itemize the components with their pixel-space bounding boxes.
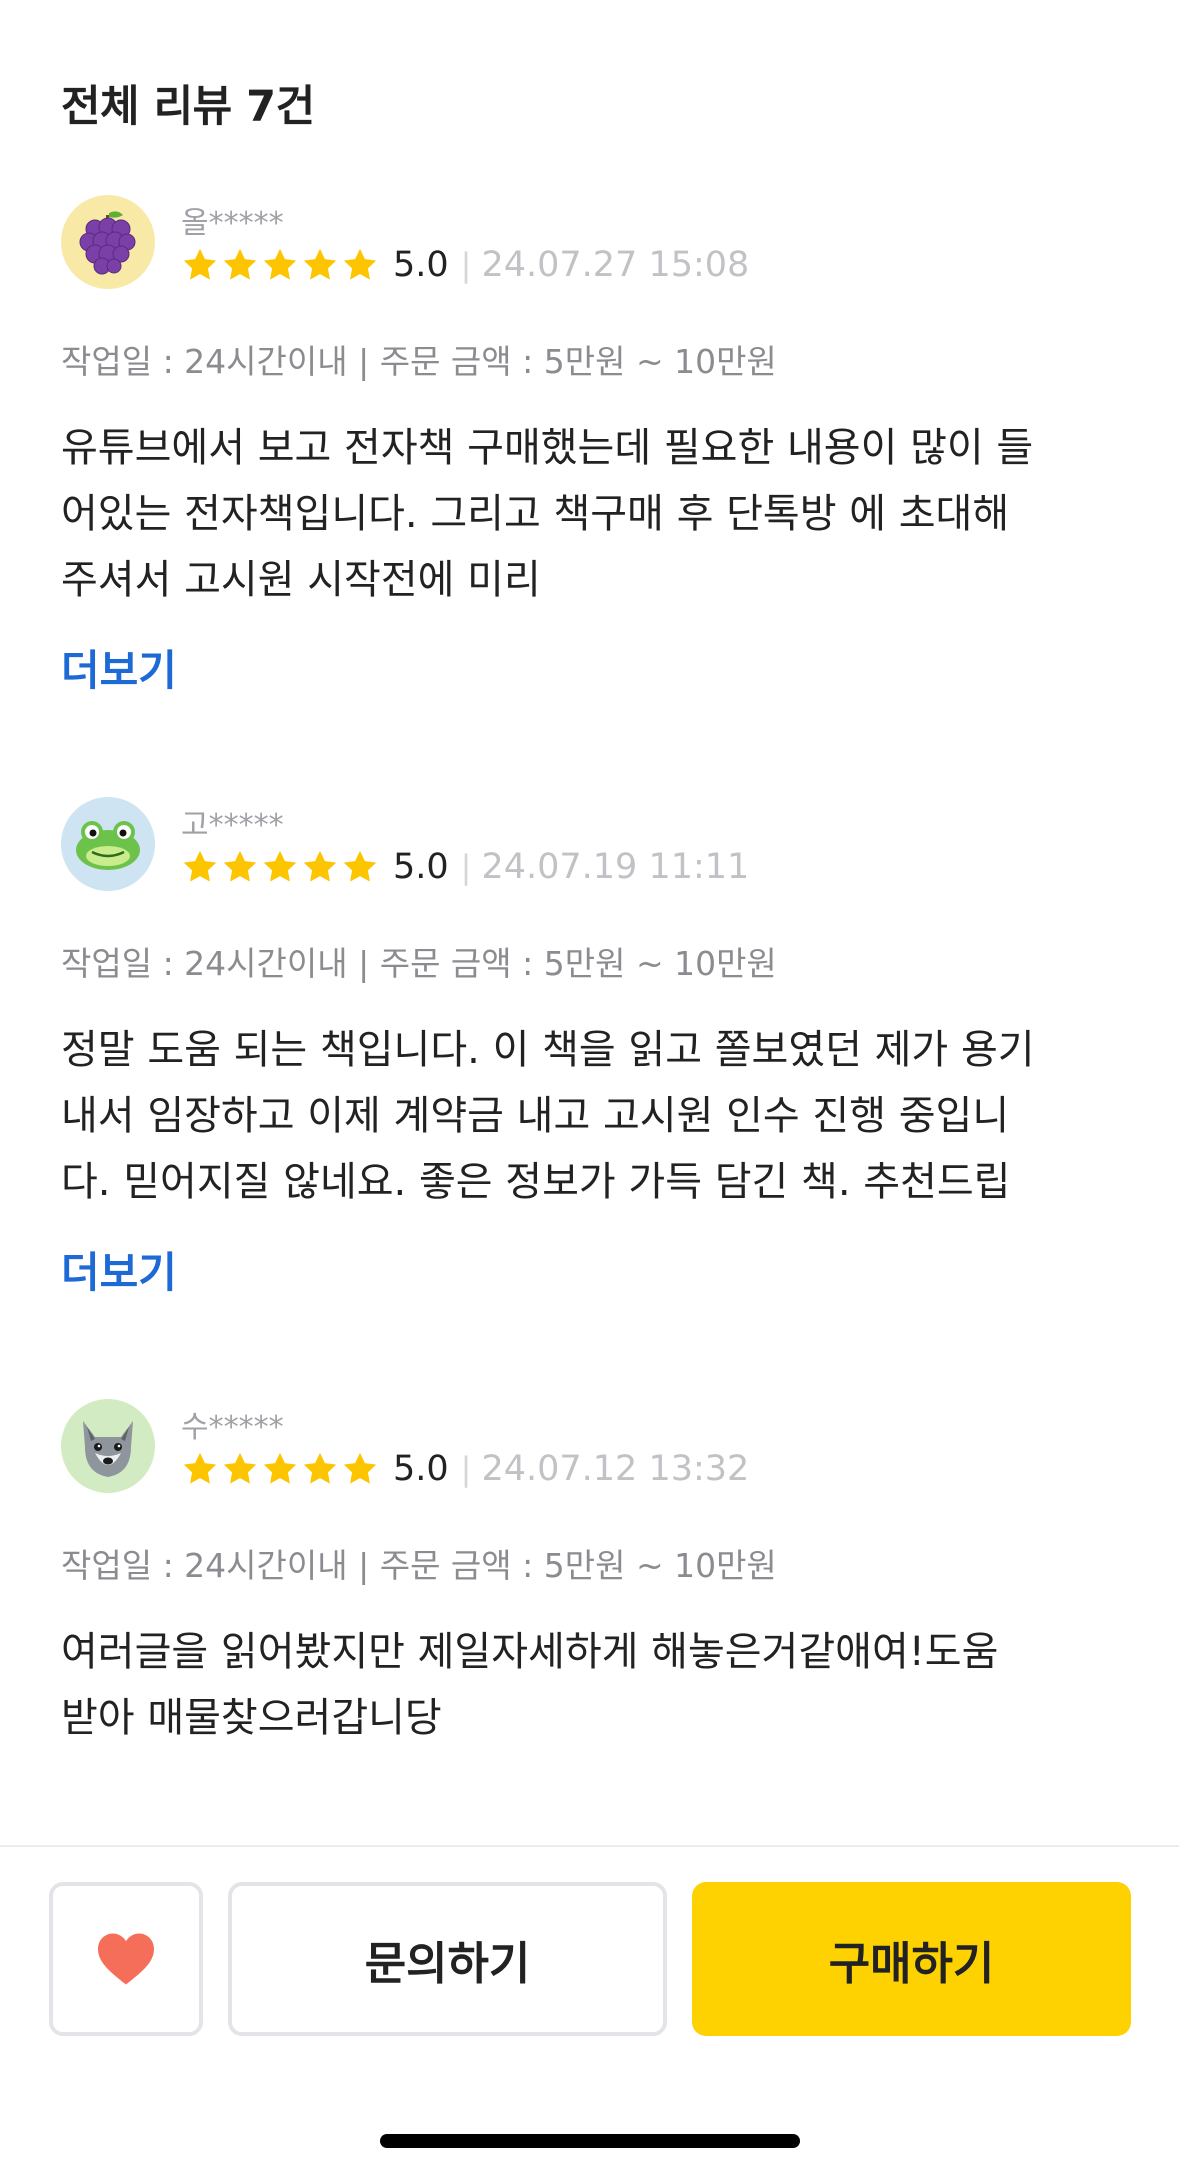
star-icon — [183, 1452, 217, 1484]
review-date: 24.07.27 15:08 — [481, 245, 750, 285]
reviewer-name: 수***** — [181, 1410, 284, 1445]
star-icon — [343, 248, 377, 280]
review-text: 유튜브에서 보고 전자책 구매했는데 필요한 내용이 많이 들 어있는 전자책입… — [61, 425, 1034, 603]
star-icon — [263, 1452, 297, 1484]
reviewer-avatar — [61, 1399, 155, 1493]
star-rating — [181, 246, 379, 284]
star-icon — [343, 1452, 377, 1484]
reviewer-name: 올***** — [181, 206, 284, 241]
star-rating — [181, 848, 379, 886]
heart-icon — [98, 1933, 154, 1985]
wolf-icon — [83, 1421, 133, 1477]
reviewer-avatar — [61, 195, 155, 289]
star-icon — [303, 850, 337, 882]
page-title: 전체 리뷰 7건 — [61, 82, 315, 132]
star-icon — [183, 850, 217, 882]
order-info: 작업일 : 24시간이내 | 주문 금액 : 5만원 ~ 10만원 — [61, 1546, 777, 1585]
star-rating — [181, 1450, 379, 1488]
star-icon — [343, 850, 377, 882]
star-icon — [303, 1452, 337, 1484]
star-icon — [263, 248, 297, 280]
order-info: 작업일 : 24시간이내 | 주문 금액 : 5만원 ~ 10만원 — [61, 342, 777, 381]
separator: | — [460, 1450, 472, 1488]
like-button[interactable] — [49, 1882, 203, 2036]
home-indicator[interactable] — [380, 2134, 800, 2148]
more-link[interactable]: 더보기 — [61, 637, 177, 698]
separator: | — [460, 246, 472, 284]
frog-icon — [76, 821, 140, 870]
rating-score: 5.0 — [393, 245, 449, 285]
review-text: 여러글을 읽어봤지만 제일자세하게 해놓은거같애여!도움 받아 매물찾으러갑니당 — [61, 1629, 999, 1741]
rating-score: 5.0 — [393, 847, 449, 887]
star-icon — [223, 850, 257, 882]
review-text: 정말 도움 되는 책입니다. 이 책을 읽고 쫄보였던 제가 용기 내서 임장하… — [61, 1027, 1035, 1205]
star-icon — [223, 248, 257, 280]
star-icon — [223, 1452, 257, 1484]
more-link[interactable]: 더보기 — [61, 1239, 177, 1300]
inquiry-button[interactable]: 문의하기 — [228, 1882, 667, 2036]
grape-icon — [79, 211, 136, 275]
review-date: 24.07.19 11:11 — [481, 847, 750, 887]
review-date: 24.07.12 13:32 — [481, 1449, 750, 1489]
buy-button[interactable]: 구매하기 — [692, 1882, 1131, 2036]
star-icon — [183, 248, 217, 280]
rating-row: 5.0 | 24.07.27 15:08 — [181, 245, 749, 285]
reviewer-name: 고***** — [181, 808, 284, 843]
reviewer-avatar — [61, 797, 155, 891]
rating-score: 5.0 — [393, 1449, 449, 1489]
star-icon — [263, 850, 297, 882]
rating-row: 5.0 | 24.07.12 13:32 — [181, 1449, 749, 1489]
order-info: 작업일 : 24시간이내 | 주문 금액 : 5만원 ~ 10만원 — [61, 944, 777, 983]
separator: | — [460, 848, 472, 886]
star-icon — [303, 248, 337, 280]
rating-row: 5.0 | 24.07.19 11:11 — [181, 847, 749, 887]
bottom-bar-divider — [0, 1845, 1179, 1847]
